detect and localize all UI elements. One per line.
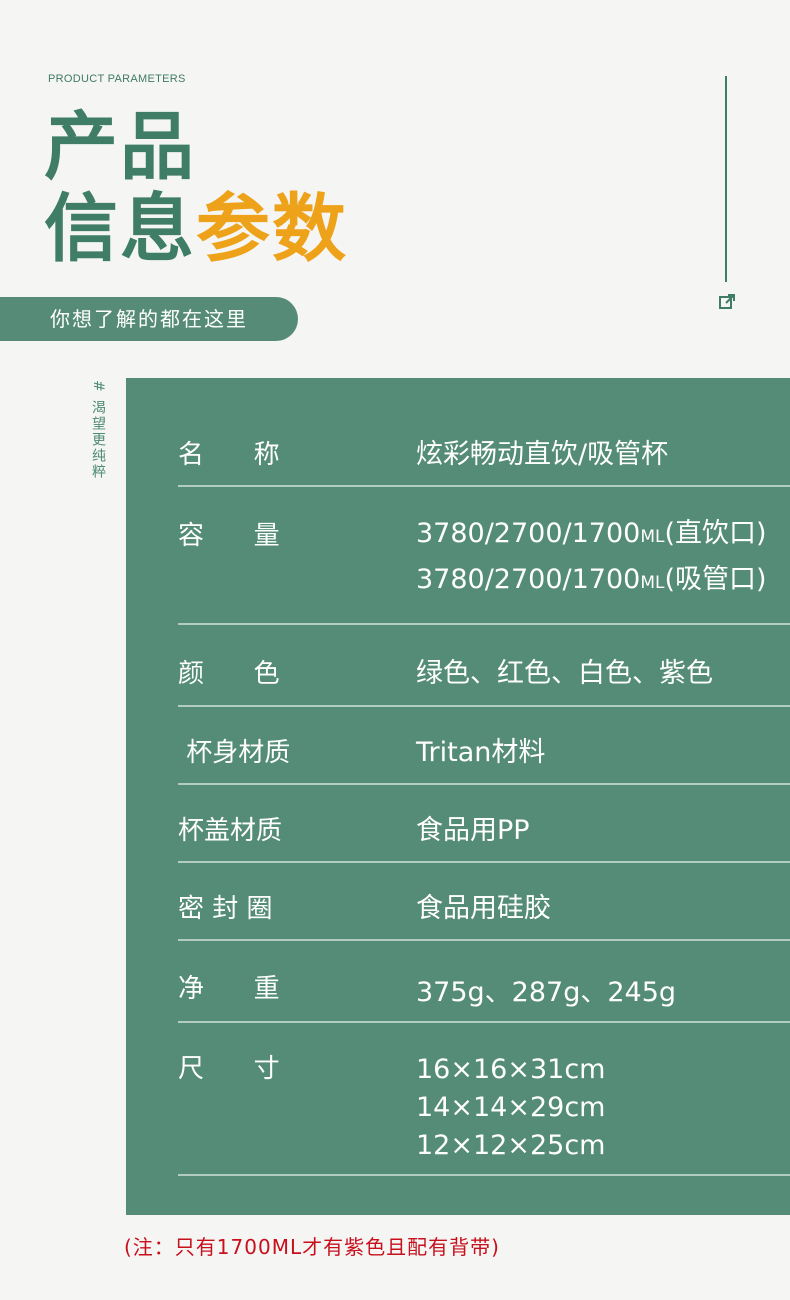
param-row-name: 名 称 炫彩畅动直饮/吸管杯 bbox=[178, 428, 790, 487]
param-row-body-material: 杯身材质 Tritan材料 bbox=[178, 707, 790, 785]
title-line-1: 产品 bbox=[44, 104, 196, 190]
subtitle-pill: 你想了解的都在这里 bbox=[0, 297, 298, 341]
eyebrow-text: PRODUCT PARAMETERS bbox=[48, 73, 186, 85]
title-line-2: 信息参数 bbox=[44, 188, 348, 270]
param-label: 容 量 bbox=[178, 521, 280, 551]
param-label: 颜 色 bbox=[178, 659, 280, 689]
external-link-icon[interactable] bbox=[718, 292, 737, 311]
param-row-capacity: 容 量 3780/2700/1700ML(直饮口) 3780/2700/1700… bbox=[178, 487, 790, 625]
footnote: (注：只有1700ML才有紫色且配有背带) bbox=[124, 1235, 500, 1259]
param-row-weight: 净 重 375g、287g、245g bbox=[178, 941, 790, 1023]
capacity-number: 3780/2700/1700 bbox=[416, 518, 641, 549]
capacity-unit: ML bbox=[640, 573, 665, 593]
vertical-divider bbox=[725, 76, 727, 282]
size-value-1: 16×16×31cm bbox=[416, 1054, 606, 1085]
parameter-panel: 名 称 炫彩畅动直饮/吸管杯 容 量 3780/2700/1700ML(直饮口)… bbox=[126, 378, 790, 1215]
capacity-unit: ML bbox=[640, 527, 665, 547]
capacity-suffix: (吸管口) bbox=[664, 564, 767, 595]
title-green-part: 信息 bbox=[44, 186, 196, 272]
param-label: 尺 寸 bbox=[178, 1054, 280, 1084]
size-value-2: 14×14×29cm bbox=[416, 1092, 606, 1123]
param-value: 食品用PP bbox=[416, 815, 530, 846]
capacity-number: 3780/2700/1700 bbox=[416, 564, 641, 595]
param-label: 杯盖材质 bbox=[178, 816, 283, 846]
title-orange-part: 参数 bbox=[196, 186, 348, 272]
capacity-suffix: (直饮口) bbox=[664, 518, 767, 549]
size-value-3: 12×12×25cm bbox=[416, 1130, 606, 1161]
param-row-color: 颜 色 绿色、红色、白色、紫色 bbox=[178, 625, 790, 707]
param-value: 375g、287g、245g bbox=[416, 977, 677, 1008]
param-value: 炫彩畅动直饮/吸管杯 bbox=[416, 439, 669, 470]
param-label: 密 封 圈 bbox=[178, 894, 273, 924]
param-label: 名 称 bbox=[178, 440, 280, 470]
side-tag: # 渴望更纯粹 bbox=[90, 380, 106, 481]
param-value: Tritan材料 bbox=[416, 737, 546, 768]
param-row-seal: 密 封 圈 食品用硅胶 bbox=[178, 863, 790, 941]
param-row-lid-material: 杯盖材质 食品用PP bbox=[178, 785, 790, 863]
param-label: 净 重 bbox=[178, 974, 280, 1004]
param-value: 食品用硅胶 bbox=[416, 893, 551, 924]
param-value-line-1: 3780/2700/1700ML(直饮口) bbox=[416, 515, 767, 556]
param-row-size: 尺 寸 16×16×31cm 14×14×29cm 12×12×25cm bbox=[178, 1023, 790, 1176]
page-title: 产品 信息参数 bbox=[44, 106, 348, 270]
param-value-line-2: 3780/2700/1700ML(吸管口) bbox=[416, 561, 767, 602]
param-label: 杯身材质 bbox=[178, 738, 291, 768]
param-value: 绿色、红色、白色、紫色 bbox=[416, 658, 713, 689]
